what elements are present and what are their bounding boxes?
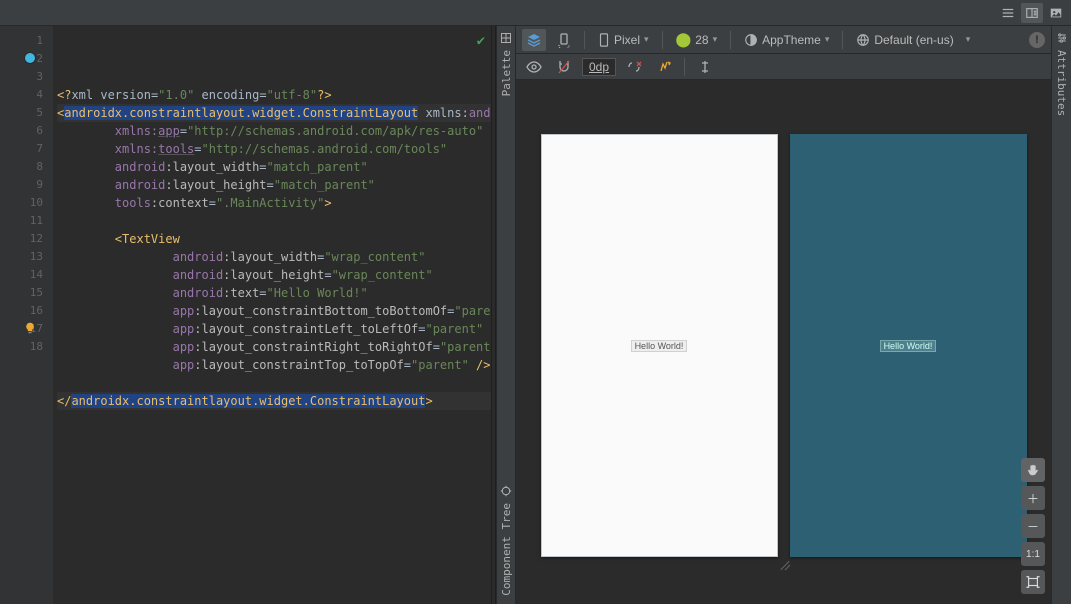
code-line[interactable] xyxy=(57,212,491,230)
zoom-controls: ＋ － 1:1 xyxy=(1021,458,1045,594)
palette-icon xyxy=(500,32,512,44)
blueprint-preview[interactable]: Hello World! xyxy=(790,134,1027,557)
zoom-out-button[interactable]: － xyxy=(1021,514,1045,538)
code-line[interactable]: app:layout_constraintBottom_toBottomOf="… xyxy=(57,302,491,320)
attributes-label: Attributes xyxy=(1055,50,1068,116)
default-margin[interactable]: 0dp xyxy=(582,58,616,76)
code-line[interactable]: xmlns:app="http://schemas.android.com/ap… xyxy=(57,122,491,140)
code-line[interactable]: app:layout_constraintTop_toTopOf="parent… xyxy=(57,356,491,374)
theme-icon xyxy=(744,33,758,47)
design-preview[interactable]: Hello World! xyxy=(541,134,778,557)
magnet-icon[interactable] xyxy=(552,56,576,78)
component-tree-label: Component Tree xyxy=(500,503,513,596)
chevron-down-icon: ▾ xyxy=(644,34,649,45)
code-line[interactable]: xmlns:tools="http://schemas.android.com/… xyxy=(57,140,491,158)
zoom-in-button[interactable]: ＋ xyxy=(1021,486,1045,510)
sliders-icon xyxy=(1056,32,1068,44)
theme-name: AppTheme xyxy=(762,33,821,47)
code-editor[interactable]: 123456789101112131415161718 <?xml versio… xyxy=(0,26,491,604)
code-area[interactable]: <?xml version="1.0" encoding="utf-8"?><a… xyxy=(53,26,491,604)
code-line[interactable] xyxy=(57,374,491,392)
locale-name: Default (en-us) xyxy=(874,33,953,47)
code-line[interactable]: android:layout_width="match_parent" xyxy=(57,158,491,176)
orientation-icon[interactable] xyxy=(552,29,576,51)
view-mode-design-icon[interactable] xyxy=(1045,3,1067,23)
attributes-tab[interactable]: Attributes xyxy=(1051,26,1071,604)
blueprint-textview[interactable]: Hello World! xyxy=(880,340,937,352)
resize-grip[interactable] xyxy=(777,556,791,570)
infer-constraints-icon[interactable] xyxy=(652,56,676,78)
code-line[interactable]: android:layout_width="wrap_content" xyxy=(57,248,491,266)
view-options-icon[interactable] xyxy=(522,56,546,78)
intention-bulb-icon[interactable] xyxy=(24,322,36,334)
palette-label: Palette xyxy=(500,50,513,96)
palette-tab[interactable]: Palette Component Tree xyxy=(496,26,516,604)
code-line[interactable]: app:layout_constraintRight_toRightOf="pa… xyxy=(57,338,491,356)
code-line[interactable]: android:layout_height="match_parent" xyxy=(57,176,491,194)
globe-icon xyxy=(856,33,870,47)
code-line[interactable]: tools:context=".MainActivity"> xyxy=(57,194,491,212)
guidelines-icon[interactable] xyxy=(693,56,717,78)
zoom-fit-icon[interactable] xyxy=(1021,570,1045,594)
clear-constraints-icon[interactable] xyxy=(622,56,646,78)
code-line[interactable]: <androidx.constraintlayout.widget.Constr… xyxy=(57,104,491,122)
api-level: 28 xyxy=(695,33,708,47)
pan-tool-icon[interactable] xyxy=(1021,458,1045,482)
design-surface-icon[interactable] xyxy=(522,29,546,51)
component-tree-icon xyxy=(500,485,512,497)
code-line[interactable]: app:layout_constraintLeft_toLeftOf="pare… xyxy=(57,320,491,338)
device-selector[interactable]: Pixel ▾ xyxy=(593,29,654,51)
locale-selector[interactable]: Default (en-us) ▾ xyxy=(851,29,975,51)
warnings-badge[interactable]: ! xyxy=(1029,32,1045,48)
view-mode-list-icon[interactable] xyxy=(997,3,1019,23)
design-pane: Pixel ▾ ⬤ 28 ▾ AppTheme ▾ D xyxy=(516,26,1051,604)
device-name: Pixel xyxy=(614,33,640,47)
chevron-down-icon: ▾ xyxy=(713,34,718,45)
theme-selector[interactable]: AppTheme ▾ xyxy=(739,29,834,51)
code-line[interactable]: <TextView xyxy=(57,230,491,248)
chevron-down-icon: ▾ xyxy=(825,34,830,45)
code-line[interactable]: android:text="Hello World!" xyxy=(57,284,491,302)
titlebar xyxy=(0,0,1071,26)
code-line[interactable]: android:layout_height="wrap_content" xyxy=(57,266,491,284)
chevron-down-icon: ▾ xyxy=(966,34,971,45)
design-toolbar: Pixel ▾ ⬤ 28 ▾ AppTheme ▾ D xyxy=(516,26,1051,54)
api-selector[interactable]: ⬤ 28 ▾ xyxy=(671,29,723,51)
preview-textview[interactable]: Hello World! xyxy=(631,340,688,352)
code-line[interactable]: <?xml version="1.0" encoding="utf-8"?> xyxy=(57,86,491,104)
android-icon: ⬤ xyxy=(676,31,692,48)
design-canvas[interactable]: Hello World! Hello World! ＋ － 1:1 xyxy=(516,80,1051,604)
line-gutter: 123456789101112131415161718 xyxy=(0,26,53,604)
design-subtoolbar: 0dp xyxy=(516,54,1051,80)
phone-icon xyxy=(598,33,610,47)
view-mode-split-icon[interactable] xyxy=(1021,3,1043,23)
zoom-reset-button[interactable]: 1:1 xyxy=(1021,542,1045,566)
code-line[interactable]: </androidx.constraintlayout.widget.Const… xyxy=(57,392,491,410)
no-errors-icon: ✔ xyxy=(477,32,485,50)
